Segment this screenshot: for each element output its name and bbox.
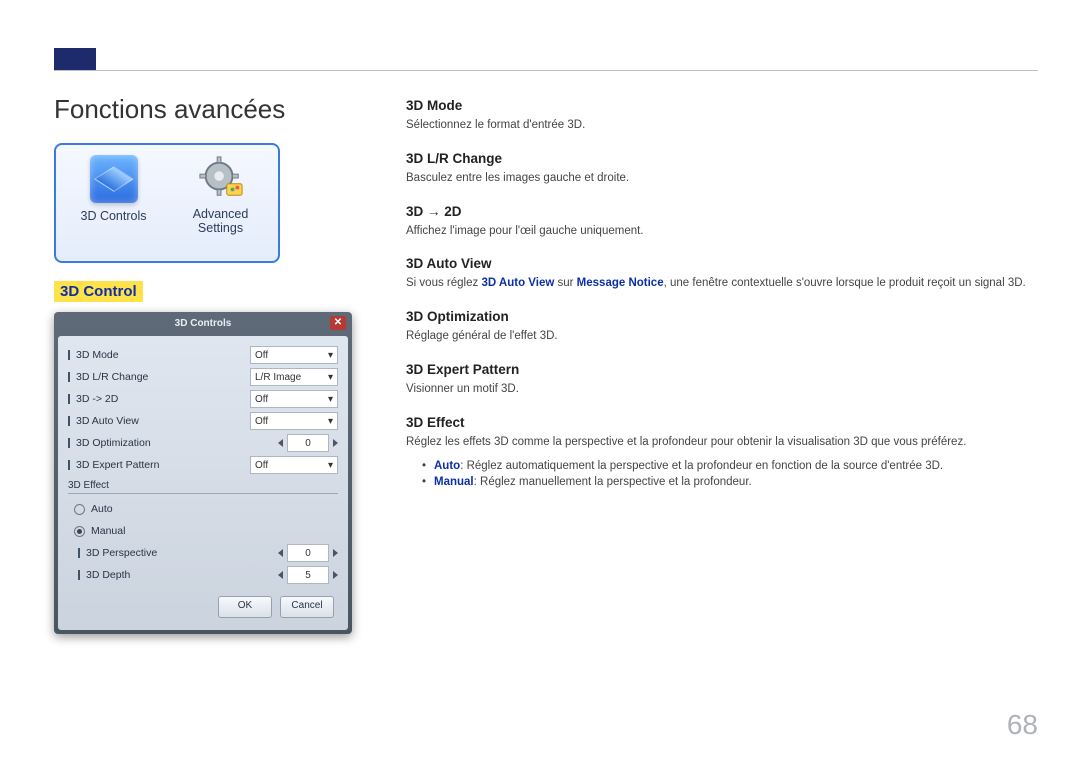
radio-icon [74, 526, 85, 537]
desc-3d-2d-h: 3D → 2D [406, 204, 1038, 219]
chevron-right-icon[interactable] [333, 439, 338, 447]
radio-icon [74, 504, 85, 515]
desc-3d-autoview-p: Si vous réglez 3D Auto View sur Message … [406, 275, 1038, 293]
radio-auto[interactable]: Auto [68, 498, 338, 520]
row-3d-perspective-label: 3D Perspective [86, 547, 272, 559]
row-3d-depth-label: 3D Depth [86, 569, 272, 581]
row-3d-autoview-label: 3D Auto View [76, 415, 244, 427]
row-3d-depth-value[interactable]: 5 [287, 566, 329, 584]
dialog-title-text: 3D Controls [175, 318, 232, 329]
row-3d-opt-label: 3D Optimization [76, 437, 272, 449]
chevron-left-icon[interactable] [278, 549, 283, 557]
cancel-button[interactable]: Cancel [280, 596, 334, 618]
row-3d-2d-value[interactable]: Off▾ [250, 390, 338, 408]
desc-3d-2d-p: Affichez l'image pour l'œil gauche uniqu… [406, 223, 1038, 241]
tile-advanced-label-1: Advanced [193, 207, 249, 221]
page-number: 68 [1007, 709, 1038, 741]
dialog-3d-controls: 3D Controls ✕ 3D Mode Off▾ 3D L/R Change… [54, 312, 352, 634]
menu-icons-card: 3D Controls [54, 143, 280, 263]
desc-3d-effect-list: Auto: Réglez automatiquement la perspect… [406, 460, 1038, 488]
row-3d-perspective: 3D Perspective 0 [68, 542, 338, 564]
row-3d-expert-label: 3D Expert Pattern [76, 459, 244, 471]
ok-button[interactable]: OK [218, 596, 272, 618]
tile-3d-controls[interactable]: 3D Controls [62, 151, 165, 255]
section-heading-3d-control: 3D Control [54, 281, 143, 302]
desc-3d-autoview-h: 3D Auto View [406, 256, 1038, 271]
chevron-left-icon[interactable] [278, 571, 283, 579]
radio-auto-label: Auto [91, 503, 338, 515]
desc-3d-effect-p: Réglez les effets 3D comme la perspectiv… [406, 434, 1038, 452]
header-rule [54, 70, 1038, 71]
chevron-right-icon[interactable] [333, 571, 338, 579]
row-3d-opt-value[interactable]: 0 [287, 434, 329, 452]
row-3d-expert: 3D Expert Pattern Off▾ [68, 454, 338, 476]
chevron-left-icon[interactable] [278, 439, 283, 447]
row-3d-2d-label: 3D -> 2D [76, 393, 244, 405]
close-icon[interactable]: ✕ [330, 316, 346, 330]
cube-3d-icon [90, 155, 138, 203]
row-3d-mode-value[interactable]: Off▾ [250, 346, 338, 364]
desc-3d-lr-p: Basculez entre les images gauche et droi… [406, 170, 1038, 188]
row-3d-mode: 3D Mode Off▾ [68, 344, 338, 366]
row-3d-opt: 3D Optimization 0 [68, 432, 338, 454]
desc-3d-opt-h: 3D Optimization [406, 309, 1038, 324]
header-accent-bar [54, 48, 96, 70]
row-3d-autoview: 3D Auto View Off▾ [68, 410, 338, 432]
radio-manual-label: Manual [91, 525, 338, 537]
desc-3d-opt-p: Réglage général de l'effet 3D. [406, 328, 1038, 346]
row-3d-expert-value[interactable]: Off▾ [250, 456, 338, 474]
row-3d-perspective-value[interactable]: 0 [287, 544, 329, 562]
row-3d-depth: 3D Depth 5 [68, 564, 338, 586]
desc-3d-lr-h: 3D L/R Change [406, 151, 1038, 166]
page-title: Fonctions avancées [54, 94, 364, 125]
tile-advanced-settings[interactable]: Advanced Settings [169, 151, 272, 255]
gear-icon [198, 155, 244, 201]
row-3d-2d: 3D -> 2D Off▾ [68, 388, 338, 410]
desc-3d-expert-p: Visionner un motif 3D. [406, 381, 1038, 399]
tile-3d-controls-label: 3D Controls [81, 209, 147, 223]
radio-manual[interactable]: Manual [68, 520, 338, 542]
tile-advanced-label-2: Settings [198, 221, 243, 235]
row-3d-lr: 3D L/R Change L/R Image▾ [68, 366, 338, 388]
row-3d-autoview-value[interactable]: Off▾ [250, 412, 338, 430]
desc-3d-effect-h: 3D Effect [406, 415, 1038, 430]
row-3d-mode-label: 3D Mode [76, 349, 244, 361]
row-3d-lr-value[interactable]: L/R Image▾ [250, 368, 338, 386]
chevron-right-icon[interactable] [333, 549, 338, 557]
group-3d-effect: 3D Effect [68, 476, 338, 494]
desc-3d-expert-h: 3D Expert Pattern [406, 362, 1038, 377]
desc-3d-mode-p: Sélectionnez le format d'entrée 3D. [406, 117, 1038, 135]
row-3d-lr-label: 3D L/R Change [76, 371, 244, 383]
desc-3d-mode-h: 3D Mode [406, 98, 1038, 113]
